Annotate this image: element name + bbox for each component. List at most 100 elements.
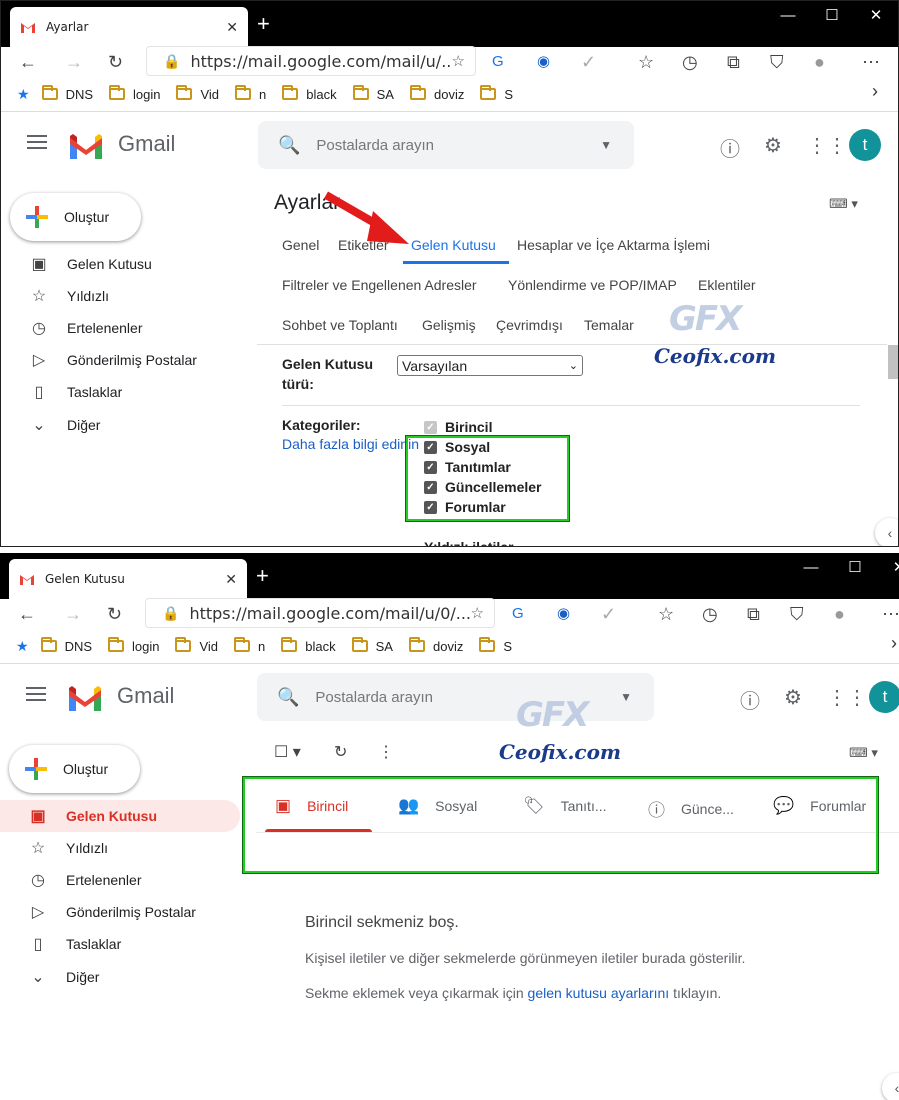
bookmark-item[interactable]: S — [479, 637, 512, 654]
maximize-icon[interactable]: ☐ — [833, 553, 877, 585]
search-options-icon[interactable]: ▼ — [620, 690, 632, 704]
address-bar[interactable]: 🔒 https://mail.google.com/mail/u/... ☆ — [146, 46, 476, 76]
tab-forwarding[interactable]: Yönlendirme ve POP/IMAP — [508, 277, 677, 293]
side-panel-chevron-icon[interactable]: ‹ — [875, 518, 898, 546]
bookmark-item[interactable]: DNS — [41, 85, 93, 102]
history-icon[interactable]: ◷ — [702, 602, 718, 626]
bookmark-item[interactable]: login — [109, 85, 160, 102]
minimize-icon[interactable]: — — [766, 1, 810, 33]
help-icon[interactable]: ⓘ — [720, 133, 740, 162]
search-options-icon[interactable]: ▼ — [600, 138, 612, 152]
more-vert-icon[interactable]: ⋮ — [378, 742, 394, 762]
translate-icon[interactable]: G — [492, 50, 504, 74]
keyboard-icon[interactable]: ⌨ ▾ — [849, 745, 878, 761]
tab-filters[interactable]: Filtreler ve Engellenen Adresler — [282, 277, 477, 293]
keyboard-icon[interactable]: ⌨ ▾ — [829, 196, 858, 212]
bookmark-item[interactable]: doviz — [408, 637, 463, 654]
bookmarks-more-chevron-icon[interactable]: › — [891, 633, 897, 654]
browser-tab[interactable]: Gelen Kutusu ✕ — [9, 559, 247, 599]
address-bar[interactable]: 🔒 https://mail.google.com/mail/u/0/... ☆ — [145, 598, 495, 628]
maximize-icon[interactable]: ☐ — [810, 1, 854, 33]
collections-icon[interactable]: ⧉ — [747, 602, 760, 626]
nav-drafts[interactable]: ▯ Taslaklar — [1, 376, 241, 408]
help-icon[interactable]: ⓘ — [740, 685, 760, 714]
profile-icon[interactable]: ● — [814, 50, 825, 74]
learn-more-link[interactable]: Daha fazla bilgi edinin — [282, 436, 419, 452]
tab-offline[interactable]: Çevrimdışı — [496, 317, 563, 333]
extension-icon[interactable]: ◉ — [557, 602, 570, 626]
search-bar[interactable]: 🔍 Postalarda arayın ▼ — [258, 121, 634, 169]
bookmark-item[interactable]: Vid — [175, 637, 218, 654]
nav-more[interactable]: ⌄ Diğer — [1, 409, 241, 441]
back-icon[interactable]: ← — [19, 50, 37, 74]
tab-inbox[interactable]: Gelen Kutusu — [411, 237, 496, 253]
bookmarks-more-chevron-icon[interactable]: › — [872, 81, 878, 102]
side-panel-chevron-icon[interactable]: ‹ — [882, 1073, 899, 1100]
bookmark-item[interactable]: SA — [352, 85, 394, 102]
minimize-icon[interactable]: — — [789, 553, 833, 585]
forward-icon[interactable]: → — [64, 602, 82, 626]
more-icon[interactable]: ⋯ — [862, 50, 880, 74]
search-bar[interactable]: 🔍 Postalarda arayın ▼ — [257, 673, 654, 721]
forward-icon[interactable]: → — [65, 50, 83, 74]
tab-addons[interactable]: Eklentiler — [698, 277, 756, 293]
search-icon[interactable]: 🔍 — [277, 687, 299, 708]
nav-sent[interactable]: ▷ Gönderilmiş Postalar — [1, 344, 241, 376]
tab-chat[interactable]: Sohbet ve Toplantı — [282, 317, 398, 333]
history-icon[interactable]: ◷ — [682, 50, 698, 74]
nav-snoozed[interactable]: ◷ Ertelenenler — [0, 864, 240, 896]
back-icon[interactable]: ← — [18, 602, 36, 626]
inbox-settings-link[interactable]: gelen kutusu ayarlarını — [528, 985, 670, 1001]
profile-icon[interactable]: ● — [834, 602, 845, 626]
select-checkbox-icon[interactable]: ☐ ▾ — [274, 742, 301, 762]
collections-icon[interactable]: ⧉ — [727, 50, 740, 74]
tab-close-icon[interactable]: ✕ — [225, 571, 237, 588]
menu-icon[interactable] — [26, 687, 46, 705]
bookmark-item[interactable]: Vid — [176, 85, 219, 102]
bookmark-item[interactable]: SA — [351, 637, 393, 654]
browser-essentials-icon[interactable]: ⛉ — [790, 602, 804, 626]
close-window-icon[interactable]: ✕ — [854, 1, 898, 33]
add-favorite-icon[interactable]: ☆ — [452, 52, 465, 70]
scrollbar-thumb[interactable] — [888, 345, 898, 379]
tab-accounts[interactable]: Hesaplar ve İçe Aktarma İşlemi — [517, 237, 710, 253]
check-icon[interactable]: ✓ — [581, 50, 596, 74]
nav-starred[interactable]: ☆ Yıldızlı — [0, 832, 240, 864]
more-icon[interactable]: ⋯ — [882, 602, 899, 626]
nav-inbox[interactable]: ▣ Gelen Kutusu — [1, 248, 241, 280]
menu-icon[interactable] — [27, 135, 47, 153]
bookmark-item[interactable]: n — [234, 637, 265, 654]
inbox-type-select[interactable]: Varsayılan ⌄ — [397, 355, 583, 376]
nav-snoozed[interactable]: ◷ Ertelenenler — [1, 312, 241, 344]
bookmark-star-icon[interactable]: ★ — [16, 638, 29, 655]
nav-drafts[interactable]: ▯ Taslaklar — [0, 928, 240, 960]
settings-gear-icon[interactable]: ⚙ — [764, 133, 782, 158]
browser-tab[interactable]: Ayarlar ✕ — [10, 7, 248, 47]
extension-icon[interactable]: ◉ — [537, 50, 550, 74]
search-icon[interactable]: 🔍 — [278, 135, 300, 156]
bookmark-item[interactable]: black — [281, 637, 336, 654]
tab-close-icon[interactable]: ✕ — [226, 19, 238, 36]
nav-inbox[interactable]: ▣ Gelen Kutusu — [0, 800, 240, 832]
compose-button[interactable]: Oluştur — [10, 193, 141, 241]
bookmark-item[interactable]: DNS — [40, 637, 92, 654]
bookmark-star-icon[interactable]: ★ — [17, 86, 30, 103]
avatar[interactable]: t — [869, 681, 899, 713]
reload-icon[interactable]: ↻ — [107, 602, 122, 626]
add-favorite-icon[interactable]: ☆ — [471, 604, 484, 622]
close-window-icon[interactable]: ✕ — [877, 553, 899, 585]
tab-advanced[interactable]: Gelişmiş — [422, 317, 476, 333]
reload-icon[interactable]: ↻ — [108, 50, 123, 74]
nav-starred[interactable]: ☆ Yıldızlı — [1, 280, 241, 312]
bookmark-item[interactable]: black — [282, 85, 337, 102]
tab-general[interactable]: Genel — [282, 237, 319, 253]
new-tab-icon[interactable]: + — [256, 563, 269, 589]
nav-more[interactable]: ⌄ Diğer — [0, 961, 240, 993]
favorites-icon[interactable]: ☆ — [658, 602, 674, 626]
bookmark-item[interactable]: login — [108, 637, 159, 654]
bookmark-item[interactable]: doviz — [409, 85, 464, 102]
refresh-icon[interactable]: ↻ — [334, 742, 347, 762]
bookmark-item[interactable]: n — [235, 85, 266, 102]
favorites-icon[interactable]: ☆ — [638, 50, 654, 74]
bookmark-item[interactable]: S — [480, 85, 513, 102]
